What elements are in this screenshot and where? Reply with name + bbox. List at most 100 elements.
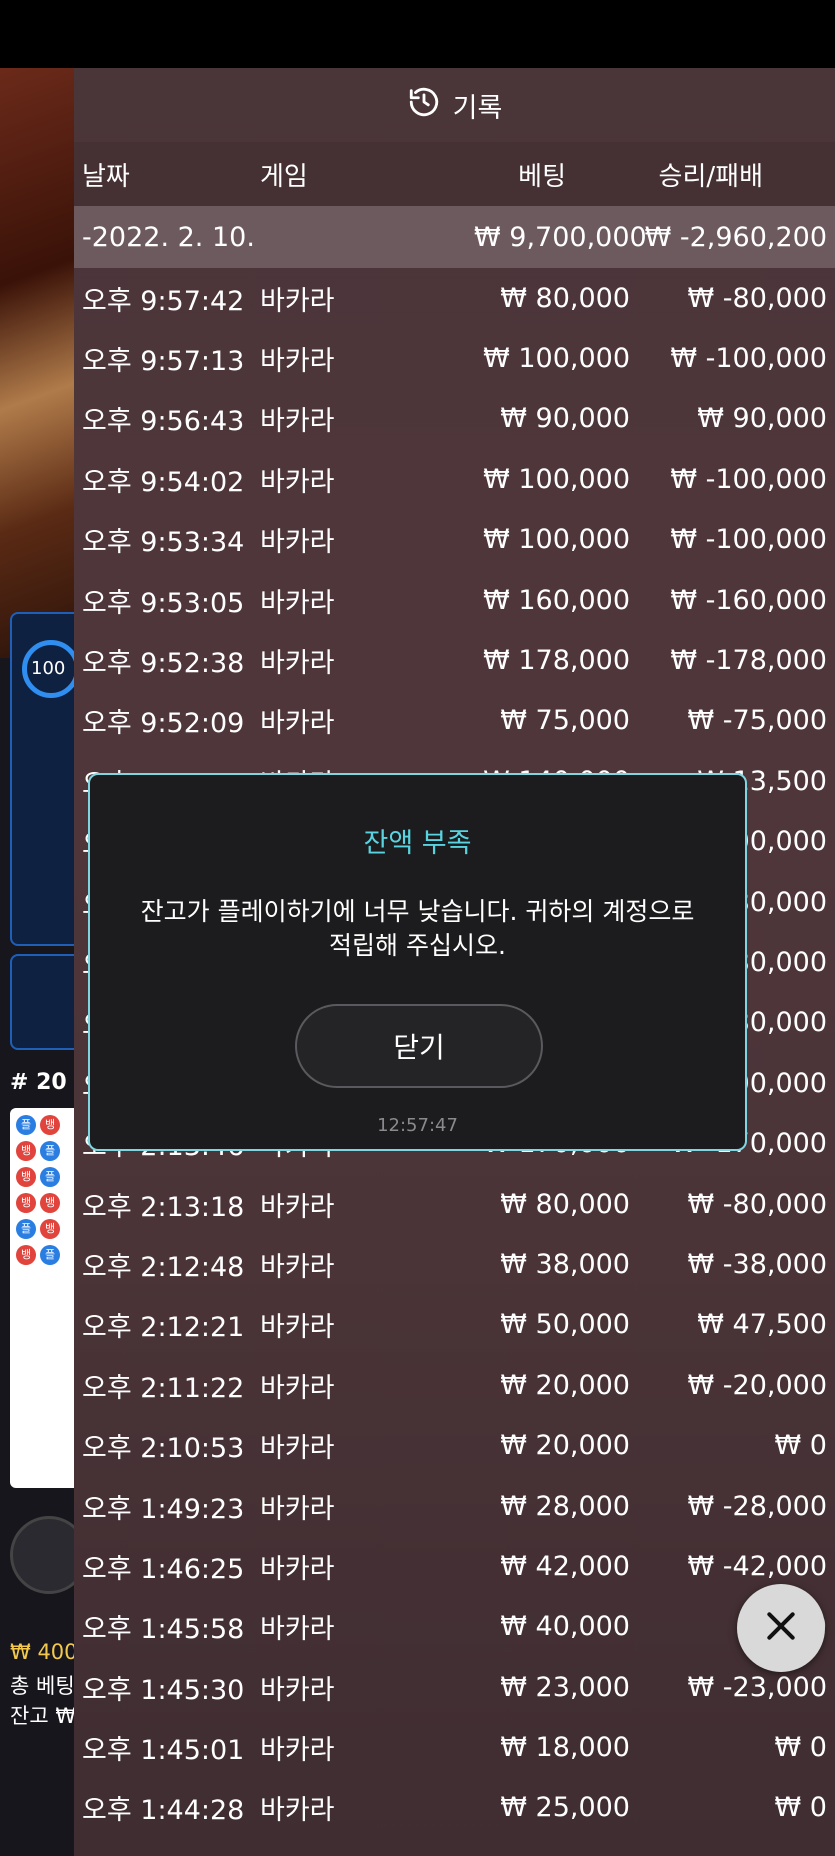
dialog-close-button[interactable]: 닫기 bbox=[295, 1004, 543, 1088]
history-row[interactable]: 오후 1:45:30 바카라 ₩ 23,000 ₩ -23,000 bbox=[74, 1657, 835, 1717]
history-row[interactable]: 오후 9:54:02 바카라 ₩ 100,000 ₩ -100,000 bbox=[74, 449, 835, 509]
row-game: 바카라 bbox=[260, 1372, 335, 1404]
row-bet: ₩ 75,000 bbox=[500, 705, 630, 737]
dialog-message: 잔고가 플레이하기에 너무 낮습니다. 귀하의 계정으로 적립해 주십시오. bbox=[140, 897, 695, 960]
history-row[interactable]: 오후 1:49:23 바카라 ₩ 28,000 ₩ -28,000 bbox=[74, 1476, 835, 1536]
row-result: ₩ -20,000 bbox=[687, 1369, 828, 1401]
row-time: 오후 1:49:23 bbox=[82, 1493, 245, 1525]
history-row[interactable]: 오후 2:10:53 바카라 ₩ 20,000 ₩ 0 bbox=[74, 1415, 835, 1475]
road-bead-banker: 뱅 bbox=[40, 1219, 60, 1239]
row-result: ₩ 0 bbox=[774, 1792, 827, 1824]
row-result: ₩ 47,500 bbox=[697, 1309, 827, 1341]
row-time: 오후 1:46:25 bbox=[82, 1553, 245, 1585]
row-game: 바카라 bbox=[260, 1674, 335, 1706]
row-game: 바카라 bbox=[260, 1251, 335, 1283]
row-bet: ₩ 80,000 bbox=[500, 282, 630, 314]
row-game: 바카라 bbox=[260, 587, 335, 619]
date-group-row[interactable]: -2022. 2. 10. ₩ 9,700,000 ₩ -2,960,200 bbox=[74, 206, 835, 268]
row-time: 오후 9:56:43 bbox=[82, 406, 245, 438]
row-bet: ₩ 42,000 bbox=[500, 1550, 630, 1582]
road-bead-player: 플 bbox=[16, 1115, 36, 1135]
row-result: ₩ 90,000 bbox=[697, 403, 827, 435]
row-bet: ₩ 100,000 bbox=[483, 524, 630, 556]
road-bead-banker: 뱅 bbox=[16, 1141, 36, 1161]
row-bet: ₩ 178,000 bbox=[483, 645, 630, 677]
row-bet: ₩ 80,000 bbox=[500, 1188, 630, 1220]
row-time: 오후 9:57:13 bbox=[82, 346, 245, 378]
row-game: 바카라 bbox=[260, 466, 335, 498]
history-row[interactable]: 오후 9:52:38 바카라 ₩ 178,000 ₩ -178,000 bbox=[74, 630, 835, 690]
history-row[interactable]: 오후 9:57:42 바카라 ₩ 80,000 ₩ -80,000 bbox=[74, 268, 835, 328]
row-result: ₩ -178,000 bbox=[670, 645, 827, 677]
row-game: 바카라 bbox=[260, 1795, 335, 1827]
row-bet: ₩ 23,000 bbox=[500, 1671, 630, 1703]
row-bet: ₩ 90,000 bbox=[500, 403, 630, 435]
row-game: 바카라 bbox=[260, 1191, 335, 1223]
history-row[interactable]: 오후 1:44:28 바카라 ₩ 25,000 ₩ 0 bbox=[74, 1778, 835, 1838]
history-row[interactable]: 오후 1:45:01 바카라 ₩ 18,000 ₩ 0 bbox=[74, 1717, 835, 1777]
road-bead-player: 플 bbox=[40, 1245, 60, 1265]
row-time: 오후 2:13:18 bbox=[82, 1191, 245, 1223]
balance-label: 잔고 ₩ bbox=[10, 1704, 77, 1728]
history-row[interactable]: 오후 9:57:13 바카라 ₩ 100,000 ₩ -100,000 bbox=[74, 328, 835, 388]
total-bet-label: 총 베팅 bbox=[10, 1674, 75, 1698]
road-bead-banker: 뱅 bbox=[16, 1245, 36, 1265]
row-bet: ₩ 18,000 bbox=[500, 1732, 630, 1764]
row-game: 바카라 bbox=[260, 527, 335, 559]
row-time: 오후 2:12:21 bbox=[82, 1312, 245, 1344]
history-clock-icon bbox=[407, 85, 441, 126]
history-row[interactable]: 오후 2:12:48 바카라 ₩ 38,000 ₩ -38,000 bbox=[74, 1234, 835, 1294]
close-x-icon bbox=[761, 1606, 801, 1650]
history-row[interactable]: 오후 9:52:09 바카라 ₩ 75,000 ₩ -75,000 bbox=[74, 691, 835, 751]
row-result: ₩ -100,000 bbox=[670, 463, 827, 495]
road-bead-player: 플 bbox=[40, 1141, 60, 1161]
row-result: ₩ -23,000 bbox=[687, 1671, 828, 1703]
row-game: 바카라 bbox=[260, 346, 335, 378]
col-date: 날짜 bbox=[82, 161, 130, 192]
row-time: 오후 2:10:53 bbox=[82, 1433, 245, 1465]
column-headers: 날짜 게임 베팅 승리/패배 bbox=[74, 142, 835, 206]
col-bet: 베팅 bbox=[518, 161, 566, 192]
history-row[interactable]: 오후 1:45:58바카라₩ 40,000₩ 0 bbox=[74, 1597, 835, 1657]
row-bet: ₩ 50,000 bbox=[500, 1309, 630, 1341]
road-bead-player: 플 bbox=[16, 1219, 36, 1239]
road-bead-banker: 뱅 bbox=[40, 1193, 60, 1213]
row-bet: ₩ 100,000 bbox=[483, 343, 630, 375]
history-row[interactable]: 오후 2:11:22 바카라 ₩ 20,000 ₩ -20,000 bbox=[74, 1355, 835, 1415]
history-title: 기록 bbox=[452, 92, 503, 124]
row-result: ₩ -38,000 bbox=[687, 1248, 828, 1280]
row-result: ₩ -160,000 bbox=[670, 584, 827, 616]
row-result: ₩ -100,000 bbox=[670, 524, 827, 556]
row-result: ₩ -42,000 bbox=[687, 1550, 828, 1582]
row-result: ₩ -75,000 bbox=[687, 705, 828, 737]
row-game: 바카라 bbox=[260, 1614, 335, 1646]
row-time: 오후 9:54:02 bbox=[82, 466, 245, 498]
row-result: ₩ -28,000 bbox=[687, 1490, 828, 1522]
row-time: 오후 1:44:28 bbox=[82, 1795, 245, 1827]
close-history-button[interactable] bbox=[737, 1584, 825, 1672]
insufficient-balance-dialog: 잔액 부족 잔고가 플레이하기에 너무 낮습니다. 귀하의 계정으로 적립해 주… bbox=[88, 773, 747, 1151]
history-row[interactable]: 오후 9:53:05 바카라 ₩ 160,000 ₩ -160,000 bbox=[74, 570, 835, 630]
history-row[interactable]: 오후 9:56:43 바카라 ₩ 90,000 ₩ 90,000 bbox=[74, 389, 835, 449]
history-row[interactable]: 오후 2:12:21 바카라 ₩ 50,000 ₩ 47,500 bbox=[74, 1295, 835, 1355]
row-bet: ₩ 100,000 bbox=[483, 463, 630, 495]
row-bet: ₩ 20,000 bbox=[500, 1369, 630, 1401]
dialog-title: 잔액 부족 bbox=[363, 828, 472, 859]
row-bet: ₩ 28,000 bbox=[500, 1490, 630, 1522]
round-number: # 20 bbox=[10, 1070, 67, 1095]
row-game: 바카라 bbox=[260, 285, 335, 317]
timer-value: 100 bbox=[31, 658, 66, 679]
row-bet: ₩ 38,000 bbox=[500, 1248, 630, 1280]
row-game: 바카라 bbox=[260, 1553, 335, 1585]
history-row[interactable]: 오후 2:13:18 바카라 ₩ 80,000 ₩ -80,000 bbox=[74, 1174, 835, 1234]
row-bet: ₩ 20,000 bbox=[500, 1430, 630, 1462]
dialog-timestamp: 12:57:47 bbox=[377, 1115, 458, 1136]
row-time: 오후 2:11:22 bbox=[82, 1372, 245, 1404]
history-row[interactable]: 오후 1:46:25 바카라 ₩ 42,000 ₩ -42,000 bbox=[74, 1536, 835, 1596]
col-result: 승리/패배 bbox=[658, 161, 763, 192]
history-row[interactable]: 오후 9:53:34 바카라 ₩ 100,000 ₩ -100,000 bbox=[74, 510, 835, 570]
row-result: ₩ -100,000 bbox=[670, 343, 827, 375]
row-result: ₩ 0 bbox=[774, 1732, 827, 1764]
row-time: 오후 1:45:58 bbox=[82, 1614, 245, 1646]
row-time: 오후 2:12:48 bbox=[82, 1251, 245, 1283]
